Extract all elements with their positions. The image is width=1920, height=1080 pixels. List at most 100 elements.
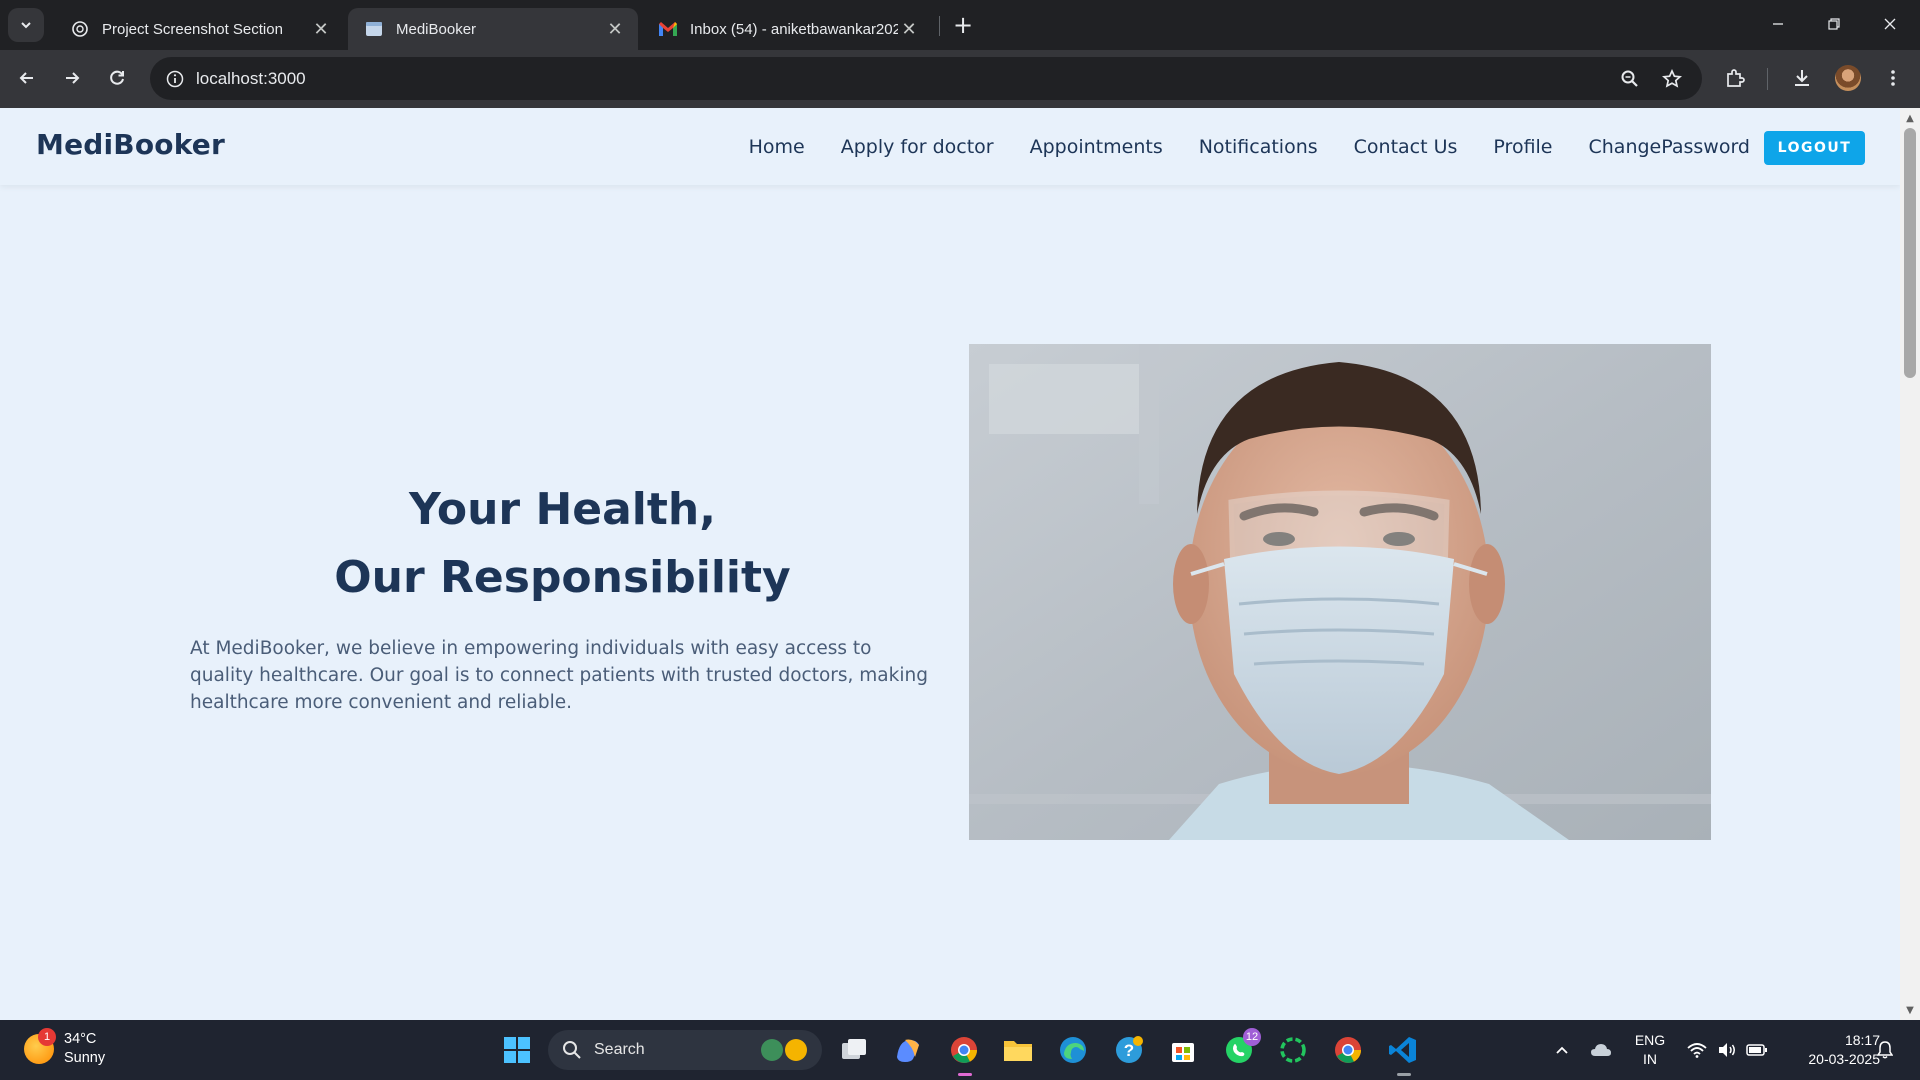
arrow-right-icon <box>66 72 80 84</box>
arrow-left-icon <box>19 72 33 84</box>
nav-notifications[interactable]: Notifications <box>1199 136 1318 158</box>
zoom-icon[interactable] <box>1615 64 1645 94</box>
task-view-icon <box>842 1039 866 1059</box>
nav-apply-for-doctor[interactable]: Apply for doctor <box>841 136 994 158</box>
onedrive-icon[interactable] <box>1590 1039 1612 1061</box>
search-highlight-icon <box>761 1039 807 1061</box>
file-explorer-button[interactable] <box>1000 1032 1036 1068</box>
taskbar-search[interactable]: Search <box>548 1030 822 1070</box>
svg-text:?: ? <box>1124 1041 1134 1060</box>
minimize-button[interactable] <box>1750 6 1806 42</box>
weather-text: 34°C Sunny <box>64 1030 105 1068</box>
browser-tab-strip: Project Screenshot Section ✕ MediBooker … <box>0 0 1920 50</box>
minimize-icon <box>1773 23 1783 25</box>
edge-icon <box>1060 1037 1086 1063</box>
nav-appointments[interactable]: Appointments <box>1030 136 1163 158</box>
site-brand[interactable]: MediBooker <box>36 128 225 161</box>
windows-logo-icon <box>504 1037 530 1063</box>
scroll-up-icon[interactable]: ▲ <box>1904 112 1916 124</box>
page-icon <box>364 19 384 39</box>
whatsapp-badge: 12 <box>1243 1028 1261 1046</box>
battery-icon[interactable] <box>1746 1039 1768 1061</box>
close-icon[interactable]: ✕ <box>604 18 626 40</box>
reload-icon <box>110 70 124 85</box>
logout-button[interactable]: LOGOUT <box>1764 131 1865 165</box>
tab-title: Project Screenshot Section <box>102 20 283 38</box>
new-tab-button[interactable]: + <box>950 11 976 39</box>
clock[interactable]: 18:17 20-03-2025 <box>1780 1031 1880 1069</box>
hero-heading: Your Health, Our Responsibility <box>190 476 935 612</box>
profile-avatar[interactable] <box>1835 65 1861 91</box>
volume-icon[interactable] <box>1716 1039 1738 1061</box>
close-window-button[interactable] <box>1862 6 1918 42</box>
chrome-icon <box>951 1037 978 1063</box>
download-icon <box>1795 70 1809 86</box>
tab-medibooker[interactable]: MediBooker ✕ <box>348 8 638 50</box>
site-info-icon[interactable] <box>160 64 190 94</box>
edge-button[interactable] <box>1055 1032 1091 1068</box>
help-app-button[interactable]: ? <box>1111 1032 1147 1068</box>
whatsapp-button[interactable]: 12 <box>1221 1028 1261 1068</box>
close-icon[interactable]: ✕ <box>310 18 332 40</box>
extensions-button[interactable] <box>1717 60 1753 96</box>
back-button[interactable] <box>9 60 45 96</box>
hero-description: At MediBooker, we believe in empowering … <box>190 638 928 713</box>
site-navbar: MediBooker Home Apply for doctor Appoint… <box>0 108 1900 185</box>
hero-doctor-image <box>969 344 1711 840</box>
copilot-button[interactable] <box>890 1032 926 1068</box>
scroll-down-icon[interactable]: ▼ <box>1904 1004 1916 1016</box>
vscode-icon <box>1389 1037 1416 1063</box>
hero-heading-line2: Our Responsibility <box>334 552 791 603</box>
downloads-button[interactable] <box>1784 60 1820 96</box>
bookmark-star-icon[interactable] <box>1657 64 1687 94</box>
weather-widget[interactable]: 1 34°C Sunny <box>24 1028 105 1068</box>
page-scrollbar[interactable]: ▲ ▼ <box>1900 108 1920 1020</box>
gmail-icon <box>658 19 678 39</box>
search-icon <box>563 1041 581 1059</box>
tab-search-button[interactable] <box>8 8 44 42</box>
close-icon <box>1884 18 1896 30</box>
close-icon[interactable]: ✕ <box>898 18 920 40</box>
nav-change-password[interactable]: ChangePassword <box>1589 136 1751 158</box>
task-view-button[interactable] <box>836 1032 872 1068</box>
notification-bell-icon[interactable] <box>1874 1039 1896 1061</box>
tab-title: Inbox (54) - aniketbawankar2024 <box>690 20 898 38</box>
clock-date: 20-03-2025 <box>1808 1051 1880 1067</box>
address-bar[interactable]: localhost:3000 <box>150 57 1702 100</box>
wifi-icon[interactable] <box>1686 1039 1708 1061</box>
weather-condition: Sunny <box>64 1050 106 1066</box>
restore-icon <box>1828 18 1840 30</box>
chrome-profile-button[interactable] <box>1330 1032 1366 1068</box>
clock-time: 18:17 <box>1844 1032 1880 1048</box>
windows-taskbar: 1 34°C Sunny Search ? 12 ENG IN 18:17 20… <box>0 1020 1920 1080</box>
taskbar-search-label: Search <box>594 1041 645 1058</box>
chevron-down-icon <box>21 22 31 29</box>
sync-ring-icon <box>1280 1037 1306 1063</box>
active-indicator <box>958 1073 972 1076</box>
active-indicator <box>1397 1073 1411 1076</box>
language-region: IN <box>1643 1051 1657 1067</box>
microsoft-store-button[interactable] <box>1165 1032 1201 1068</box>
vscode-button[interactable] <box>1385 1032 1421 1076</box>
weather-temp: 34°C <box>64 1031 97 1047</box>
reload-button[interactable] <box>99 60 135 96</box>
restore-button[interactable] <box>1806 6 1862 42</box>
nav-home[interactable]: Home <box>749 136 805 158</box>
url-text[interactable]: localhost:3000 <box>196 57 306 100</box>
chrome-menu-button[interactable] <box>1875 60 1911 96</box>
hero-heading-line1: Your Health, <box>409 484 716 535</box>
nav-contact-us[interactable]: Contact Us <box>1354 136 1458 158</box>
sync-app-button[interactable] <box>1275 1032 1311 1068</box>
scrollbar-thumb[interactable] <box>1904 128 1916 378</box>
browser-toolbar: localhost:3000 <box>0 50 1920 108</box>
puzzle-icon <box>1727 69 1745 87</box>
nav-profile[interactable]: Profile <box>1493 136 1552 158</box>
chrome-taskbar-button[interactable] <box>946 1032 982 1076</box>
forward-button[interactable] <box>54 60 90 96</box>
language-indicator[interactable]: ENG IN <box>1630 1031 1670 1069</box>
windows-start-button[interactable] <box>499 1032 535 1068</box>
openai-icon <box>70 19 90 39</box>
tab-project-screenshot[interactable]: Project Screenshot Section ✕ <box>54 8 344 50</box>
chevron-up-icon[interactable] <box>1551 1039 1573 1061</box>
tab-gmail-inbox[interactable]: Inbox (54) - aniketbawankar2024 ✕ <box>642 8 932 50</box>
